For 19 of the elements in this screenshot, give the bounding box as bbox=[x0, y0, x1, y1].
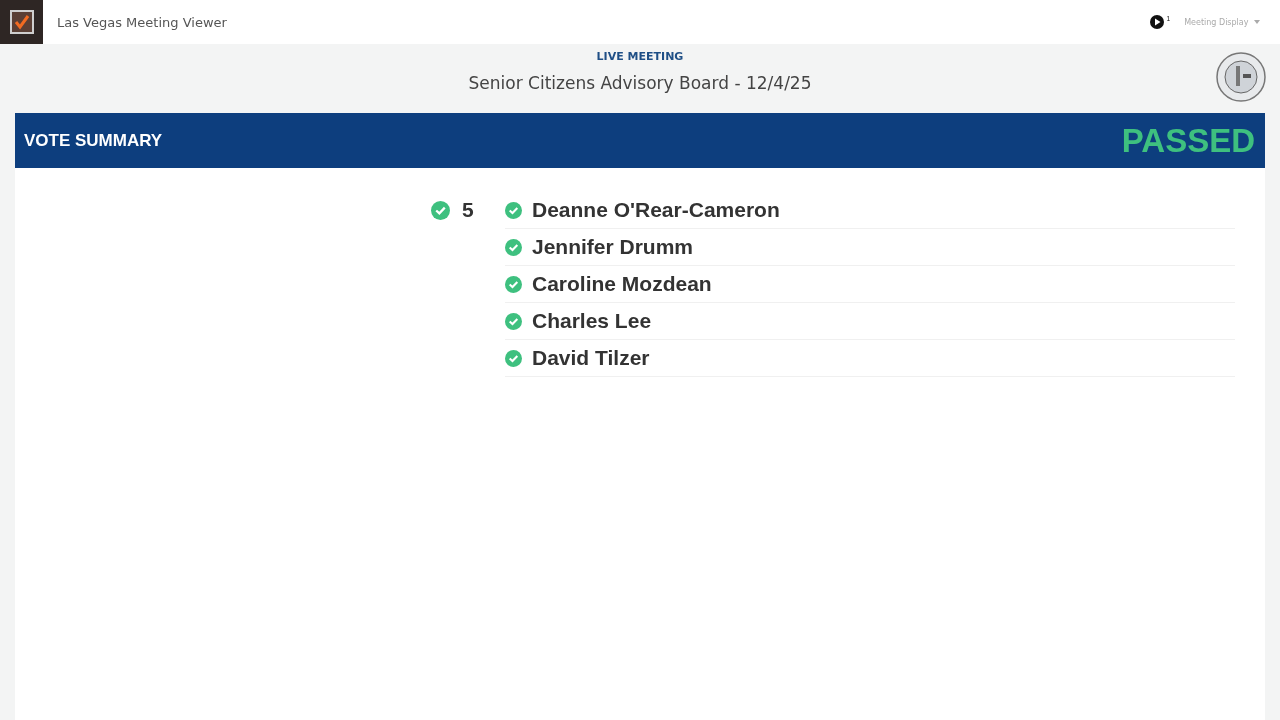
caret-icon bbox=[1254, 20, 1260, 24]
check-circle-icon bbox=[505, 349, 522, 367]
vote-count: 5 bbox=[462, 198, 474, 222]
member-name: Caroline Mozdean bbox=[532, 272, 712, 296]
member-name: Deanne O'Rear-Cameron bbox=[532, 198, 780, 222]
checkbox-logo-icon bbox=[9, 10, 34, 34]
check-circle-icon bbox=[505, 275, 522, 293]
check-circle-icon bbox=[505, 312, 522, 330]
vote-summary-heading: VOTE SUMMARY bbox=[24, 130, 163, 151]
meeting-title: Senior Citizens Advisory Board - 12/4/25 bbox=[468, 73, 812, 93]
check-circle-icon bbox=[505, 238, 522, 256]
member-name: Jennifer Drumm bbox=[532, 235, 694, 259]
app-title: Las Vegas Meeting Viewer bbox=[57, 14, 227, 30]
member-name: David Tilzer bbox=[532, 346, 650, 370]
member-name: Charles Lee bbox=[532, 309, 652, 333]
vote-result: PASSED bbox=[1121, 121, 1255, 160]
live-status: LIVE MEETING bbox=[596, 50, 684, 63]
check-circle-icon bbox=[505, 201, 522, 219]
play-icon bbox=[1150, 15, 1165, 29]
